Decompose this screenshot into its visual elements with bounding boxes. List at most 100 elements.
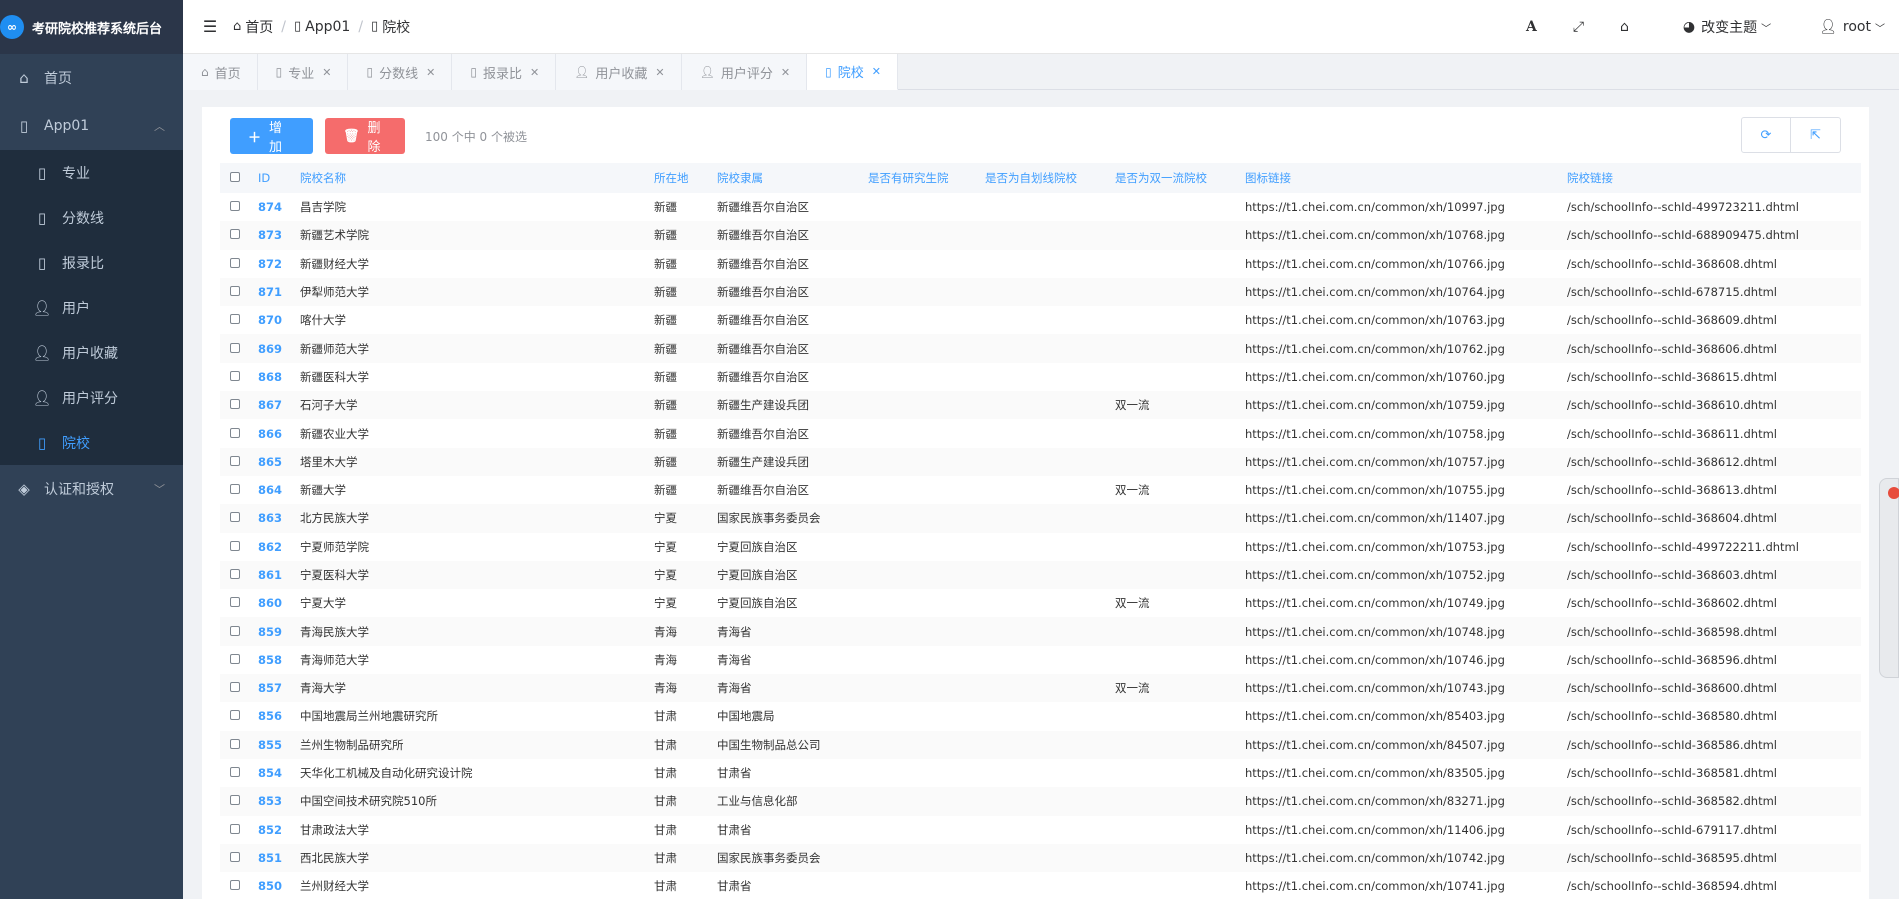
sidebar-item-0[interactable]: ⌂ 首页 <box>0 54 183 102</box>
close-icon[interactable]: ✕ <box>322 66 331 79</box>
row-checkbox-cell <box>220 681 258 695</box>
row-checkbox-cell <box>220 257 258 271</box>
sidebar-item-1[interactable]: ▯ App01 ︿ <box>0 102 183 150</box>
add-button[interactable]: ＋ 增加 <box>230 118 313 155</box>
tab-6[interactable]: ▯ 院校 ✕ <box>807 54 898 90</box>
floating-widget[interactable] <box>1879 478 1899 678</box>
tab-5[interactable]: 👤︎ 用户评分 ✕ <box>681 54 808 90</box>
fullscreen-icon[interactable]: ⤢ <box>1573 19 1584 35</box>
sidebar-subitem-2[interactable]: ▯ 报录比 <box>0 240 183 285</box>
cell-id[interactable]: 850 <box>258 879 300 893</box>
row-checkbox[interactable] <box>230 738 240 749</box>
cell-id[interactable]: 865 <box>258 455 300 469</box>
user-menu[interactable]: 👤︎ root ﹀ <box>1819 19 1885 35</box>
cell-id[interactable]: 856 <box>258 709 300 723</box>
cell-id[interactable]: 866 <box>258 427 300 441</box>
row-checkbox[interactable] <box>230 682 240 693</box>
column-header-location[interactable]: 所在地 <box>654 170 717 186</box>
sidebar-subitem-3[interactable]: 👤︎ 用户 <box>0 285 183 330</box>
row-checkbox[interactable] <box>230 201 240 212</box>
row-checkbox[interactable] <box>230 569 240 579</box>
tab-3[interactable]: ▯ 报录比 ✕ <box>452 54 557 90</box>
column-header-grad-school[interactable]: 是否有研究生院 <box>868 170 985 186</box>
tab-2[interactable]: ▯ 分数线 ✕ <box>348 54 453 90</box>
tab-1[interactable]: ▯ 专业 ✕ <box>257 54 349 90</box>
row-checkbox[interactable] <box>230 427 240 438</box>
select-all-checkbox[interactable] <box>230 172 240 182</box>
column-header-logo-url[interactable]: 图标链接 <box>1245 170 1567 186</box>
close-icon[interactable]: ✕ <box>872 65 881 78</box>
cell-id[interactable]: 867 <box>258 398 300 412</box>
row-checkbox[interactable] <box>230 455 240 466</box>
row-checkbox[interactable] <box>230 484 240 495</box>
cell-id[interactable]: 860 <box>258 596 300 610</box>
cell-id[interactable]: 874 <box>258 200 300 214</box>
sidebar-subitem-4[interactable]: 👤︎ 用户收藏 <box>0 330 183 375</box>
hamburger-icon[interactable]: ☰ <box>193 17 227 36</box>
row-checkbox[interactable] <box>230 880 240 891</box>
close-icon[interactable]: ✕ <box>655 66 664 79</box>
cell-id[interactable]: 855 <box>258 738 300 752</box>
cell-id[interactable]: 851 <box>258 851 300 865</box>
cell-id[interactable]: 863 <box>258 511 300 525</box>
column-header-double-first-class[interactable]: 是否为双一流院校 <box>1115 170 1245 186</box>
sidebar-subitem-5[interactable]: 👤︎ 用户评分 <box>0 375 183 420</box>
font-size-icon[interactable]: A <box>1526 19 1537 35</box>
row-checkbox[interactable] <box>230 286 240 297</box>
cell-id[interactable]: 873 <box>258 228 300 242</box>
row-checkbox[interactable] <box>230 257 240 268</box>
cell-name: 青海民族大学 <box>300 624 369 639</box>
home-icon[interactable]: ⌂ <box>1620 19 1629 35</box>
breadcrumb-item-home[interactable]: ⌂ 首页 <box>233 17 273 37</box>
column-header-name[interactable]: 院校名称 <box>300 170 654 186</box>
row-checkbox[interactable] <box>230 399 240 410</box>
close-icon[interactable]: ✕ <box>781 66 790 79</box>
cell-id[interactable]: 864 <box>258 483 300 497</box>
row-checkbox[interactable] <box>230 710 240 721</box>
cell-id[interactable]: 859 <box>258 625 300 639</box>
row-checkbox[interactable] <box>230 823 240 834</box>
row-checkbox[interactable] <box>230 795 240 806</box>
row-checkbox[interactable] <box>230 342 240 353</box>
cell-id[interactable]: 857 <box>258 681 300 695</box>
cell-id[interactable]: 872 <box>258 257 300 271</box>
row-checkbox[interactable] <box>230 653 240 664</box>
cell-id[interactable]: 852 <box>258 823 300 837</box>
refresh-button[interactable]: ⟳ <box>1741 117 1791 153</box>
sidebar-item-2[interactable]: ◈ 认证和授权 ﹀ <box>0 465 183 513</box>
column-header-school-url[interactable]: 院校链接 <box>1567 170 1861 186</box>
breadcrumb-item-app01[interactable]: ▯ App01 <box>294 19 350 35</box>
row-checkbox[interactable] <box>230 597 240 608</box>
row-checkbox[interactable] <box>230 625 240 636</box>
cell-id[interactable]: 871 <box>258 285 300 299</box>
row-checkbox[interactable] <box>230 314 240 325</box>
column-header-id[interactable]: ID <box>258 171 300 185</box>
cell-id[interactable]: 858 <box>258 653 300 667</box>
delete-button[interactable]: 🗑︎ 删除 <box>325 118 405 155</box>
cell-id[interactable]: 862 <box>258 540 300 554</box>
tab-0[interactable]: ⌂ 首页 <box>183 54 258 90</box>
tab-4[interactable]: 👤︎ 用户收藏 ✕ <box>556 54 682 90</box>
theme-switcher[interactable]: ◕ 改变主题 ﹀ <box>1683 17 1771 37</box>
row-checkbox[interactable] <box>230 767 240 778</box>
data-table: ID 院校名称 所在地 院校隶属 是否有研究生院 是否为自划线院校 是否为双一流院校 图标链接… <box>220 163 1861 899</box>
cell-id[interactable]: 861 <box>258 568 300 582</box>
sidebar-subitem-6[interactable]: ▯ 院校 <box>0 420 183 465</box>
cell-id[interactable]: 868 <box>258 370 300 384</box>
cell-id[interactable]: 854 <box>258 766 300 780</box>
column-header-affiliation[interactable]: 院校隶属 <box>717 170 868 186</box>
cell-id[interactable]: 869 <box>258 342 300 356</box>
export-button[interactable]: ⇱ <box>1791 117 1841 153</box>
row-checkbox[interactable] <box>230 229 240 240</box>
row-checkbox[interactable] <box>230 851 240 862</box>
row-checkbox[interactable] <box>230 370 240 381</box>
close-icon[interactable]: ✕ <box>426 66 435 79</box>
cell-id[interactable]: 853 <box>258 794 300 808</box>
row-checkbox[interactable] <box>230 512 240 523</box>
sidebar-subitem-0[interactable]: ▯ 专业 <box>0 150 183 195</box>
sidebar-subitem-1[interactable]: ▯ 分数线 <box>0 195 183 240</box>
row-checkbox[interactable] <box>230 540 240 551</box>
column-header-self-line[interactable]: 是否为自划线院校 <box>985 170 1115 186</box>
cell-id[interactable]: 870 <box>258 313 300 327</box>
close-icon[interactable]: ✕ <box>530 66 539 79</box>
